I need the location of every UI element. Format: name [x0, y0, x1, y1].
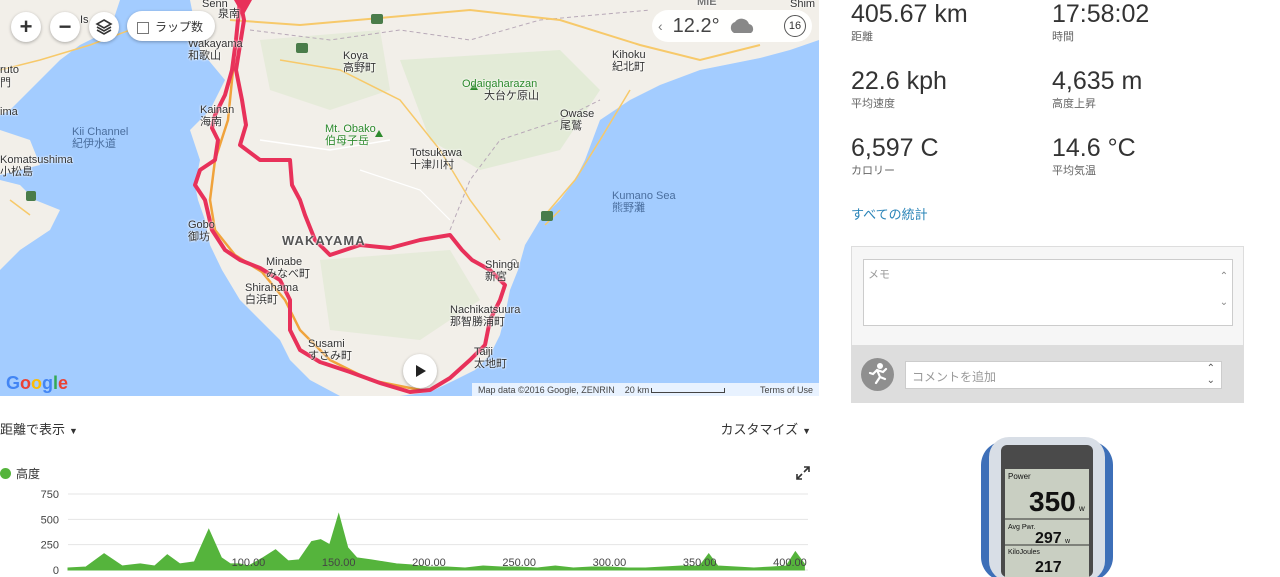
x-tick-label: 300.00 — [593, 557, 627, 569]
y-tick-label: 0 — [53, 565, 59, 577]
zoom-in-button[interactable]: + — [11, 12, 41, 42]
map-label-kihoku: Kihoku 紀北町 — [612, 49, 646, 73]
map-label-wakayama-pref: WAKAYAMA — [282, 233, 366, 248]
elevation-chart[interactable]: 0 250 500 750 100.00 150.00 200.00 250.00 300.00… — [0, 484, 819, 577]
stat-distance: 405.67 km 距離 — [851, 0, 968, 43]
map-label-is: Is — [80, 14, 89, 26]
map-label-kii-channel: Kii Channel 紀伊水道 — [72, 126, 129, 150]
memo-panel: メモ ⌃ ⌄ — [851, 246, 1244, 346]
weather-temp: 12.2° — [672, 14, 720, 37]
x-tick-label: 250.00 — [502, 557, 536, 569]
play-icon — [416, 365, 426, 377]
map-label-kumano-sea: Kumano Sea 熊野灘 — [612, 190, 676, 214]
map-label-owase: Owase 尾鷲 — [560, 108, 595, 132]
expand-icon[interactable] — [796, 466, 810, 480]
map-label-koya: Koya 高野町 — [343, 50, 376, 74]
comment-bar: コメントを追加 ⌃ ⌄ — [851, 346, 1244, 403]
map-label-odaigahara-jp: 大台ケ原山 — [484, 90, 539, 102]
weather-step-badge: 16 — [784, 15, 806, 37]
chart-header: 距離で表示 ▼ カスタマイズ ▼ — [0, 419, 815, 439]
terms-link[interactable]: Terms of Use — [760, 385, 813, 395]
device-row1-unit: w — [1078, 504, 1085, 513]
stat-elevation-gain: 4,635 m 高度上昇 — [1052, 67, 1143, 110]
lap-checkbox[interactable] — [137, 22, 149, 34]
device-row3-value: 217 — [1035, 559, 1062, 576]
y-tick-label: 250 — [41, 540, 59, 552]
map-label-shingu: Shingu 新宮 — [485, 259, 520, 283]
device-row3-label: KiloJoules — [1008, 549, 1040, 556]
map-label-odaigahara: Odaigaharazan — [462, 78, 538, 90]
layers-button[interactable] — [89, 12, 119, 42]
memo-textarea[interactable]: メモ ⌃ ⌄ — [863, 259, 1233, 326]
map-label-gobo: Gobo 御坊 — [188, 219, 215, 243]
comment-scroll-icon[interactable]: ⌃ ⌄ — [1207, 363, 1215, 387]
map-label-mie: MIE — [697, 0, 717, 8]
map-label-shirahama: Shirahama 白浜町 — [245, 282, 299, 306]
chart-legend: 高度 — [0, 465, 40, 482]
comment-input[interactable]: コメントを追加 ⌃ ⌄ — [905, 361, 1222, 389]
map-scale: 20 km — [625, 385, 726, 395]
x-tick-label: 400.00 — [773, 557, 807, 569]
map-data-credit: Map data ©2016 Google, ZENRIN — [478, 384, 615, 395]
avatar — [861, 358, 894, 391]
all-stats-link[interactable]: すべての統計 — [851, 204, 928, 223]
stat-calories: 6,597 C カロリー — [851, 134, 939, 177]
route-map[interactable]: Wakayama 和歌山 Kainan 海南 Koya 高野町 Odaigaharaz… — [0, 0, 819, 396]
stat-avg-temp: 14.6 °C 平均気温 — [1052, 134, 1136, 177]
cloud-icon — [730, 18, 753, 33]
y-tick-label: 500 — [41, 514, 59, 526]
map-terrain — [0, 0, 819, 396]
lap-label: ラップ数 — [155, 19, 204, 34]
map-label-ima: ima — [0, 106, 18, 118]
map-label-mon: 門 — [0, 77, 11, 89]
x-tick-label: 200.00 — [412, 557, 446, 569]
map-label-totsukawa: Totsukawa 十津川村 — [410, 147, 462, 171]
map-label-minabe: Minabe みなべ町 — [266, 256, 310, 280]
weather-widget: ‹ 12.2° 16 — [652, 10, 812, 42]
x-tick-label: 150.00 — [322, 557, 356, 569]
y-tick-label: 750 — [41, 489, 59, 501]
legend-dot — [0, 468, 11, 479]
weather-prev-icon[interactable]: ‹ — [658, 18, 663, 34]
memo-scroll-icon[interactable]: ⌃ ⌄ — [1218, 264, 1230, 316]
device-row1-label: Power — [1008, 472, 1031, 481]
map-label-obako: Mt. Obako 伯母子岳 — [325, 123, 376, 147]
device-row2-value: 297 — [1035, 530, 1062, 547]
lap-toggle[interactable]: ラップ数 — [127, 11, 215, 41]
x-tick-label: 100.00 — [232, 557, 266, 569]
layers-icon — [95, 19, 113, 35]
map-label-kainan: Kainan 海南 — [200, 104, 235, 128]
stat-avg-speed: 22.6 kph 平均速度 — [851, 67, 947, 110]
runner-icon — [868, 363, 888, 385]
google-logo: Google — [6, 373, 69, 393]
stat-time: 17:58:02 時間 — [1052, 0, 1150, 43]
map-label-aruto: ruto — [0, 64, 19, 76]
garmin-device-image: Power 350 w Avg Pwr. 297 w KiloJoules 21… — [981, 437, 1113, 577]
device-row2-unit: w — [1064, 538, 1071, 545]
x-tick-label: 350.00 — [683, 557, 717, 569]
map-label-senn: Senn — [202, 0, 228, 10]
map-label-wakayama: Wakayama 和歌山 — [188, 38, 243, 62]
view-by-dropdown[interactable]: 距離で表示 ▼ — [0, 419, 78, 438]
customize-dropdown[interactable]: カスタマイズ ▼ — [720, 419, 811, 438]
map-label-shim: Shim — [790, 0, 816, 10]
legend-label: 高度 — [16, 467, 41, 481]
zoom-out-button[interactable]: − — [50, 12, 80, 42]
map-label-nachikatsuura: Nachikatsuura 那智勝浦町 — [450, 304, 521, 328]
play-button[interactable] — [403, 354, 437, 388]
map-label-susami: Susami すさみ町 — [308, 338, 352, 362]
device-row2-label: Avg Pwr. — [1008, 524, 1036, 531]
map-attribution: Map data ©2016 Google, ZENRIN 20 km Term… — [472, 383, 819, 396]
map-label-taiji: Taiji 太地町 — [474, 346, 507, 370]
device-row1-value: 350 — [1029, 486, 1076, 517]
map-label-komatsushima: Komatsushima 小松島 — [0, 154, 73, 178]
